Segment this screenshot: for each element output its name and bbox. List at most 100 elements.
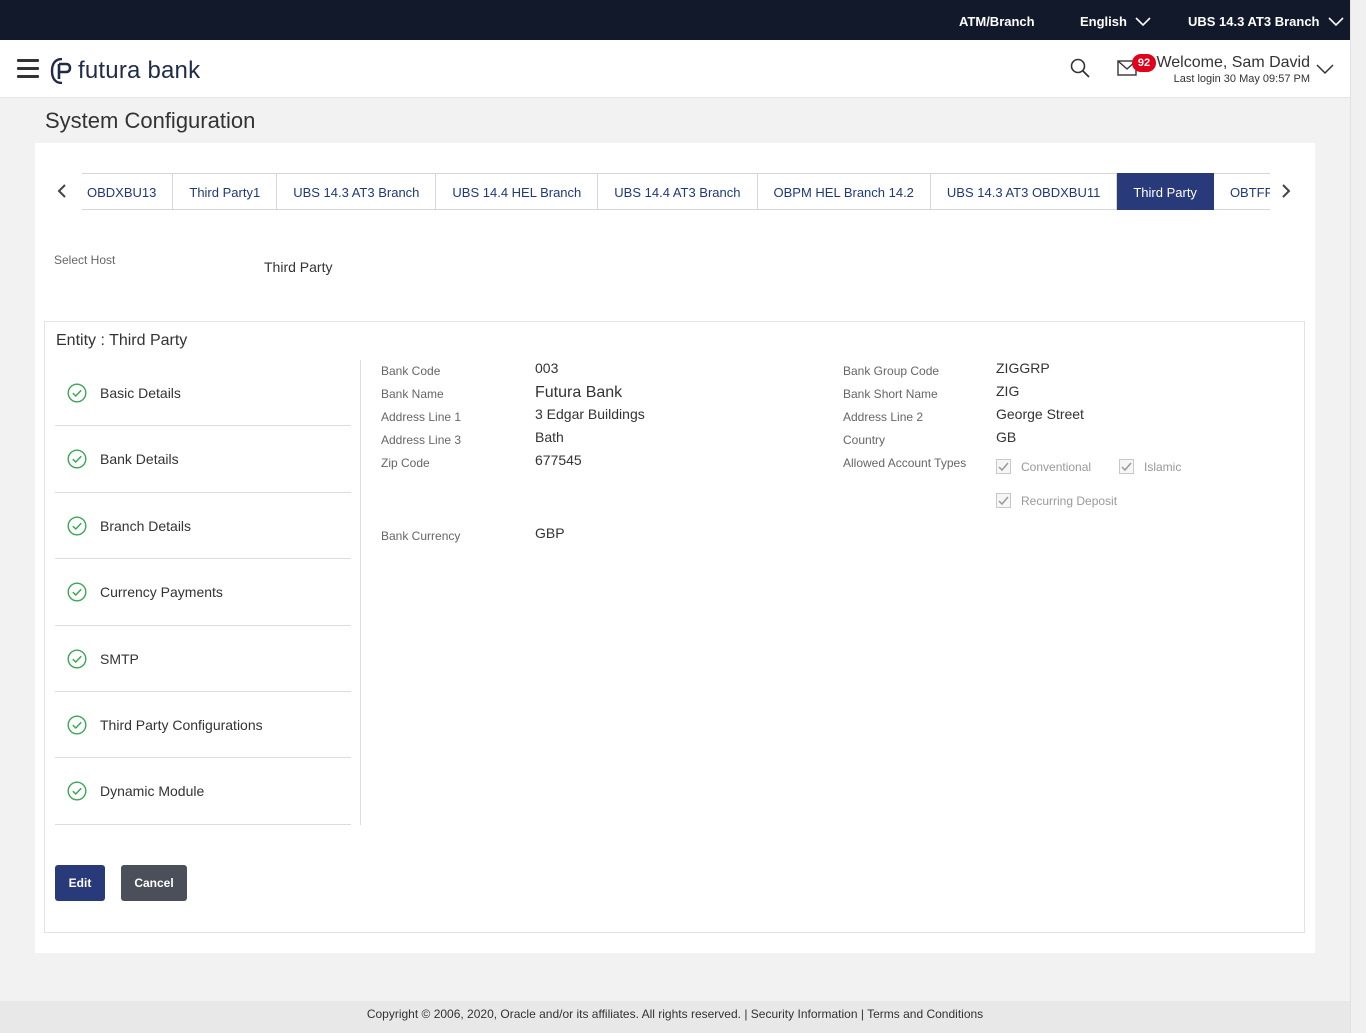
checkbox-box[interactable] (1119, 459, 1134, 474)
brand-name: futura bank (78, 57, 201, 84)
allowed-account-types-label: Allowed Account Types (843, 456, 967, 470)
checkmark-icon (1121, 462, 1132, 472)
address-line-3-label: Address Line 3 (381, 433, 462, 447)
cancel-button[interactable]: Cancel (121, 865, 187, 901)
bank-short-name-value: ZIG (996, 383, 1020, 399)
footer-separator: | (860, 1007, 864, 1021)
chevron-right-icon[interactable] (1278, 183, 1294, 199)
select-host-label: Select Host (54, 253, 116, 267)
step-third-party-configurations[interactable]: Third Party Configurations (55, 692, 351, 759)
chevron-left-icon[interactable] (54, 183, 70, 199)
chevron-down-icon (1135, 16, 1151, 26)
checkbox-recurring-deposit[interactable]: Recurring Deposit (996, 493, 1117, 508)
tab-ubs-14-3-at3-branch[interactable]: UBS 14.3 AT3 Branch (277, 173, 437, 210)
step-label: Dynamic Module (100, 783, 205, 800)
tabs-viewport: OBDXBU13 Third Party1 UBS 14.3 AT3 Branch U… (82, 173, 1270, 210)
tab-obdxbu13[interactable]: OBDXBU13 (82, 173, 174, 210)
last-login-text: Last login 30 May 09:57 PM (1173, 73, 1310, 85)
page-scrollbar[interactable] (1350, 0, 1366, 1033)
check-circle-icon (67, 649, 87, 669)
step-currency-payments[interactable]: Currency Payments (55, 559, 351, 626)
check-circle-icon (67, 516, 87, 536)
address-line-1-label: Address Line 1 (381, 410, 462, 424)
tab-obtfpm-14-3[interactable]: OBTFPM 14.3 (1213, 173, 1270, 210)
address-line-2-label: Address Line 2 (843, 410, 924, 424)
bank-name-value: Futura Bank (535, 384, 623, 401)
checkmark-icon (998, 462, 1009, 472)
atm-branch-link[interactable]: ATM/Branch (959, 14, 1035, 29)
search-icon[interactable] (1070, 58, 1090, 78)
step-label: SMTP (100, 650, 139, 667)
step-dynamic-module[interactable]: Dynamic Module (55, 758, 351, 825)
tabs-list: OBDXBU13 Third Party1 UBS 14.3 AT3 Branch U… (82, 173, 1270, 210)
app-header: futura bank 92 Welcome, Sam David Last l… (0, 40, 1350, 98)
notification-badge[interactable]: 92 (1132, 54, 1156, 72)
check-circle-icon (67, 449, 87, 469)
bank-group-code-label: Bank Group Code (843, 364, 940, 378)
country-value: GB (996, 429, 1017, 445)
zip-code-value: 677545 (535, 452, 582, 468)
bank-currency-label: Bank Currency (381, 529, 461, 543)
steps-divider (360, 360, 361, 825)
checkbox-islamic[interactable]: Islamic (1119, 459, 1181, 474)
address-line-2-value: George Street (996, 406, 1084, 422)
tab-obpm-hel-branch-14-2[interactable]: OBPM HEL Branch 14.2 (757, 173, 931, 210)
tab-ubs-14-4-hel-branch[interactable]: UBS 14.4 HEL Branch (436, 173, 599, 210)
step-label: Branch Details (100, 517, 192, 534)
chevron-down-icon[interactable] (1316, 63, 1334, 75)
bank-short-name-label: Bank Short Name (843, 387, 938, 401)
step-basic-details[interactable]: Basic Details (55, 360, 351, 427)
atm-branch-label: ATM/Branch (959, 14, 1035, 29)
tab-ubs-14-3-at3-obdxbu11[interactable]: UBS 14.3 AT3 OBDXBU11 (930, 173, 1118, 210)
terms-link[interactable]: Terms and Conditions (867, 1007, 983, 1021)
menu-icon[interactable] (17, 59, 39, 79)
step-label: Bank Details (100, 451, 179, 468)
language-dropdown[interactable]: English (1080, 14, 1151, 29)
futura-logo-icon (50, 58, 72, 84)
check-circle-icon (67, 582, 87, 602)
bank-code-value: 003 (535, 360, 559, 376)
brand-logo[interactable]: futura bank (50, 57, 200, 85)
checkbox-box[interactable] (996, 493, 1011, 508)
checkbox-conventional[interactable]: Conventional (996, 459, 1091, 474)
copyright-text: Copyright © 2006, 2020, Oracle and/or it… (366, 1007, 741, 1021)
chevron-down-icon (1327, 16, 1344, 26)
top-bar: ATM/Branch English UBS 14.3 AT3 Branch (0, 0, 1350, 40)
language-label: English (1080, 14, 1127, 29)
footer-separator: | (744, 1007, 748, 1021)
address-line-3-value: Bath (535, 429, 564, 445)
step-smtp[interactable]: SMTP (55, 626, 351, 692)
welcome-text: Welcome, Sam David (1156, 54, 1310, 71)
bank-code-label: Bank Code (381, 364, 441, 378)
user-menu[interactable]: Welcome, Sam David Last login 30 May 09:… (1156, 54, 1310, 85)
main-panel: OBDXBU13 Third Party1 UBS 14.3 AT3 Branch U… (35, 143, 1315, 953)
checkbox-label: Conventional (1021, 459, 1092, 474)
tab-ubs-14-4-at3-branch[interactable]: UBS 14.4 AT3 Branch (598, 173, 758, 210)
checkbox-box[interactable] (996, 459, 1011, 474)
branch-label: UBS 14.3 AT3 Branch (1188, 14, 1320, 29)
step-bank-details[interactable]: Bank Details (55, 426, 351, 493)
checkbox-label: Recurring Deposit (1021, 493, 1118, 508)
check-circle-icon (67, 715, 87, 735)
step-label: Basic Details (100, 385, 181, 401)
security-information-link[interactable]: Security Information (751, 1007, 858, 1021)
check-circle-icon (67, 781, 87, 801)
steps-list: Basic Details Bank Details Branch Details C… (55, 360, 351, 825)
tab-third-party[interactable]: Third Party (1117, 173, 1214, 210)
address-line-1-value: 3 Edgar Buildings (535, 406, 645, 422)
select-host-value: Third Party (264, 259, 333, 275)
checkbox-label: Islamic (1144, 459, 1182, 474)
zip-code-label: Zip Code (381, 456, 430, 470)
edit-button[interactable]: Edit (55, 865, 105, 901)
step-label: Third Party Configurations (100, 716, 263, 733)
branch-dropdown[interactable]: UBS 14.3 AT3 Branch (1188, 14, 1344, 29)
bank-name-label: Bank Name (381, 387, 444, 401)
entity-title: Entity : Third Party (56, 332, 188, 349)
step-branch-details[interactable]: Branch Details (55, 493, 351, 560)
country-label: Country (843, 433, 886, 447)
checkmark-icon (998, 496, 1009, 506)
entity-section: Entity : Third Party Basic Details Bank D… (44, 321, 1305, 933)
tab-third-party1[interactable]: Third Party1 (173, 173, 278, 210)
host-tabbar: OBDXBU13 Third Party1 UBS 14.3 AT3 Branch U… (52, 173, 1302, 210)
page-title: System Configuration (45, 108, 256, 133)
